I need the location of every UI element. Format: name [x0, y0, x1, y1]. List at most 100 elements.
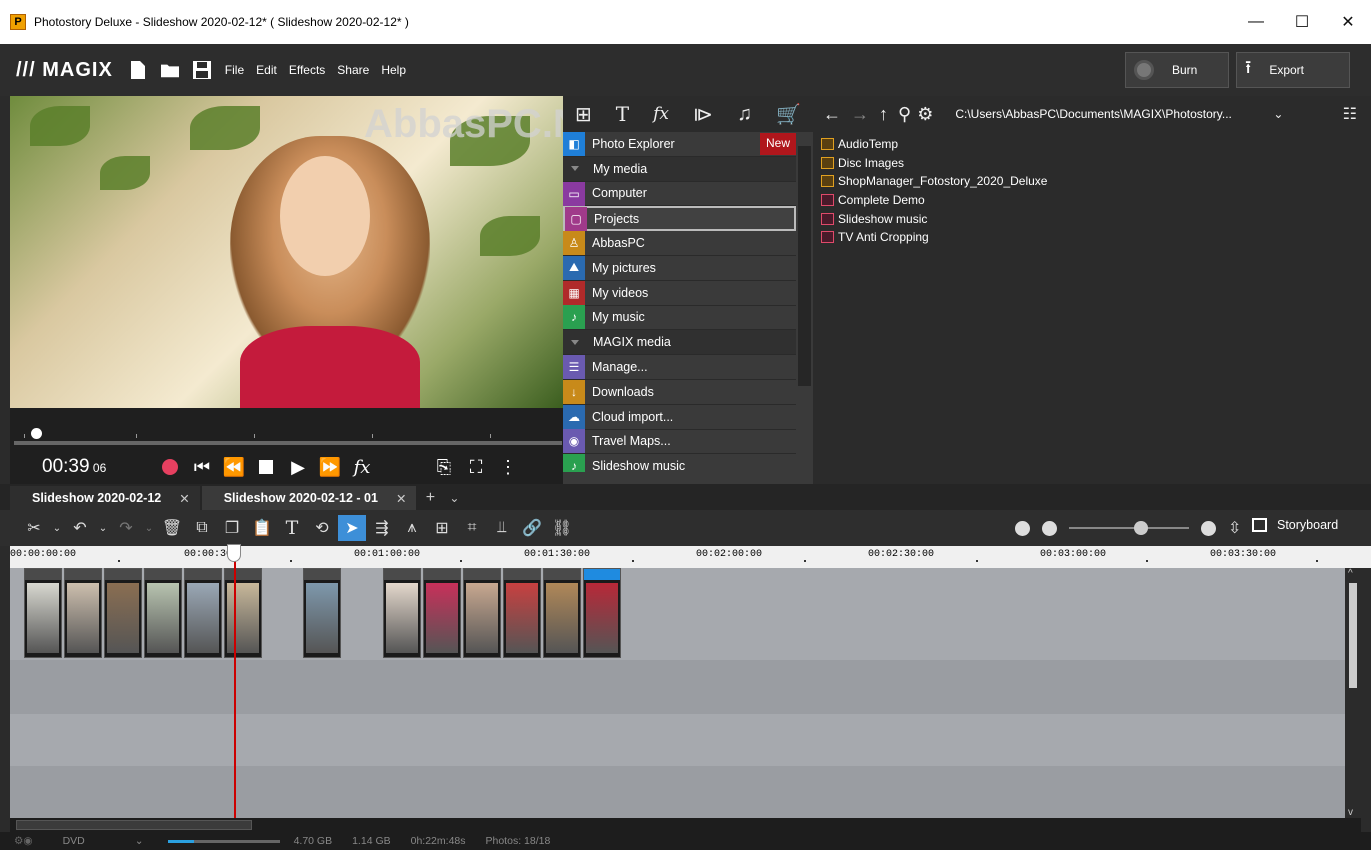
- stop-button[interactable]: [252, 453, 280, 481]
- fast-forward-button[interactable]: ⏩: [316, 453, 344, 481]
- timeline-clip[interactable]: [184, 568, 222, 658]
- redo-button[interactable]: ↷: [112, 515, 140, 541]
- sidebar-item-projects[interactable]: ▢ Projects: [563, 206, 796, 232]
- scroll-down-icon[interactable]: v: [1348, 807, 1353, 818]
- timeline-clip[interactable]: [543, 568, 581, 658]
- sidebar-item-slideshow-music[interactable]: ♪ Slideshow music: [563, 454, 796, 472]
- new-project-icon[interactable]: [129, 59, 147, 81]
- settings-icon[interactable]: ⚙◉: [14, 835, 33, 847]
- track-3[interactable]: [10, 714, 1345, 766]
- sidebar-item-abbaspc[interactable]: ♙ AbbasPC: [563, 231, 796, 256]
- undo-dropdown[interactable]: ⌄: [96, 515, 110, 541]
- text-button[interactable]: T: [278, 515, 306, 541]
- disc-format-dropdown[interactable]: DVD: [63, 835, 85, 847]
- playhead[interactable]: [234, 548, 236, 818]
- timeline-clip[interactable]: [303, 568, 341, 658]
- section-my-media[interactable]: My media: [563, 156, 796, 182]
- section-magix-media[interactable]: MAGIX media: [563, 330, 796, 356]
- track-4[interactable]: [10, 766, 1345, 818]
- fx-icon[interactable]: fx: [653, 104, 669, 124]
- mouse-mode-button[interactable]: ➤: [338, 515, 366, 541]
- gear-icon[interactable]: ⚙: [917, 104, 933, 125]
- timeline-clip[interactable]: [583, 568, 621, 658]
- rotate-button[interactable]: ⟲: [308, 515, 336, 541]
- media-pool-hscrollbar[interactable]: [563, 472, 796, 484]
- export-button[interactable]: ⭱ Export: [1236, 52, 1350, 88]
- storyboard-toggle[interactable]: Storyboard: [1252, 518, 1338, 532]
- back-arrow-icon[interactable]: ←: [823, 104, 841, 125]
- menu-file[interactable]: File: [225, 63, 244, 77]
- tab-slideshow-01[interactable]: Slideshow 2020-02-12 - 01 ✕: [201, 486, 417, 510]
- track-2[interactable]: [10, 660, 1345, 714]
- menu-share[interactable]: Share: [337, 63, 369, 77]
- zoom-expand-icon[interactable]: ⇳: [1228, 518, 1241, 538]
- minimize-button[interactable]: —: [1233, 0, 1279, 44]
- skip-start-button[interactable]: ⏮: [188, 453, 216, 481]
- storyboard-checkbox[interactable]: [1252, 518, 1267, 532]
- zoom-slider[interactable]: [1069, 521, 1189, 535]
- cast-button[interactable]: ⎘: [430, 453, 458, 481]
- list-item[interactable]: AudioTemp: [821, 135, 1371, 154]
- timeline-area[interactable]: [10, 568, 1345, 818]
- cart-icon[interactable]: 🛒: [776, 102, 801, 127]
- add-tab-button[interactable]: +: [418, 486, 442, 510]
- menu-edit[interactable]: Edit: [256, 63, 277, 77]
- unlink-button[interactable]: ⛓: [548, 515, 576, 541]
- timeline-clip[interactable]: [383, 568, 421, 658]
- text-icon[interactable]: T: [616, 102, 629, 126]
- save-project-icon[interactable]: [192, 59, 211, 81]
- grid-icon[interactable]: ⊞: [575, 102, 592, 127]
- grid-button[interactable]: ⊞: [428, 515, 456, 541]
- maximize-button[interactable]: ☐: [1279, 0, 1325, 44]
- undo-button[interactable]: ↶: [66, 515, 94, 541]
- zoom-in-icon[interactable]: [1201, 520, 1216, 536]
- cut-object-button[interactable]: ⧉: [188, 515, 216, 541]
- list-item[interactable]: Complete Demo: [821, 191, 1371, 210]
- audio-mix-button[interactable]: ⫫: [488, 515, 516, 541]
- playhead-handle[interactable]: [227, 544, 241, 562]
- scrollbar-thumb[interactable]: [1349, 583, 1357, 688]
- timeline-clip[interactable]: [64, 568, 102, 658]
- list-item[interactable]: Disc Images: [821, 154, 1371, 173]
- media-pool-scrollbar[interactable]: [796, 132, 813, 484]
- position-slider[interactable]: [10, 408, 563, 450]
- view-options-icon[interactable]: ☷: [1343, 104, 1357, 124]
- close-icon[interactable]: ✕: [396, 491, 406, 506]
- timeline-clip[interactable]: [503, 568, 541, 658]
- scroll-up-icon[interactable]: ^: [1348, 568, 1353, 579]
- slider-knob[interactable]: [31, 428, 42, 439]
- range-mode-button[interactable]: ⇶: [368, 515, 396, 541]
- timeline-clip[interactable]: [144, 568, 182, 658]
- close-icon[interactable]: ✕: [179, 491, 189, 506]
- ripple-button[interactable]: ⩚: [398, 515, 426, 541]
- list-item[interactable]: Slideshow music: [821, 209, 1371, 228]
- cut-dropdown[interactable]: ⌄: [50, 515, 64, 541]
- sidebar-item-manage[interactable]: ☰ Manage...: [563, 355, 796, 380]
- fit-button[interactable]: ⌗: [458, 515, 486, 541]
- open-project-icon[interactable]: [160, 59, 179, 81]
- timeline-clip[interactable]: [104, 568, 142, 658]
- zoom-out-icon[interactable]: [1042, 520, 1057, 536]
- scrollbar-thumb[interactable]: [16, 820, 252, 830]
- play-button[interactable]: ▶: [284, 453, 312, 481]
- timeline-hscrollbar[interactable]: [10, 818, 1361, 832]
- chevron-down-icon[interactable]: ⌄: [1273, 107, 1283, 121]
- redo-dropdown[interactable]: ⌄: [142, 515, 156, 541]
- rewind-button[interactable]: ⏪: [220, 453, 248, 481]
- timeline-clip[interactable]: [423, 568, 461, 658]
- sidebar-item-my-music[interactable]: ♪ My music: [563, 305, 796, 331]
- delete-button[interactable]: 🗑: [158, 515, 186, 541]
- list-item[interactable]: ShopManager_Fotostory_2020_Deluxe: [821, 172, 1371, 191]
- scrollbar-thumb[interactable]: [798, 146, 811, 386]
- sidebar-item-my-pictures[interactable]: ⛰ My pictures: [563, 255, 796, 281]
- tab-list-dropdown[interactable]: ⌄: [442, 486, 466, 510]
- sidebar-item-cloud-import[interactable]: ☁ Cloud import...: [563, 404, 796, 430]
- zoom-fit-icon[interactable]: [1015, 520, 1030, 536]
- path-dropdown[interactable]: C:\Users\AbbasPC\Documents\MAGIX\Photost…: [951, 103, 1269, 125]
- sidebar-item-my-videos[interactable]: ▦ My videos: [563, 280, 796, 306]
- transition-icon[interactable]: ⧐: [693, 102, 713, 127]
- cut-button[interactable]: ✂: [20, 515, 48, 541]
- timeline-clip[interactable]: [24, 568, 62, 658]
- zoom-slider-knob[interactable]: [1134, 521, 1148, 535]
- sidebar-item-downloads[interactable]: ↓ Downloads: [563, 379, 796, 405]
